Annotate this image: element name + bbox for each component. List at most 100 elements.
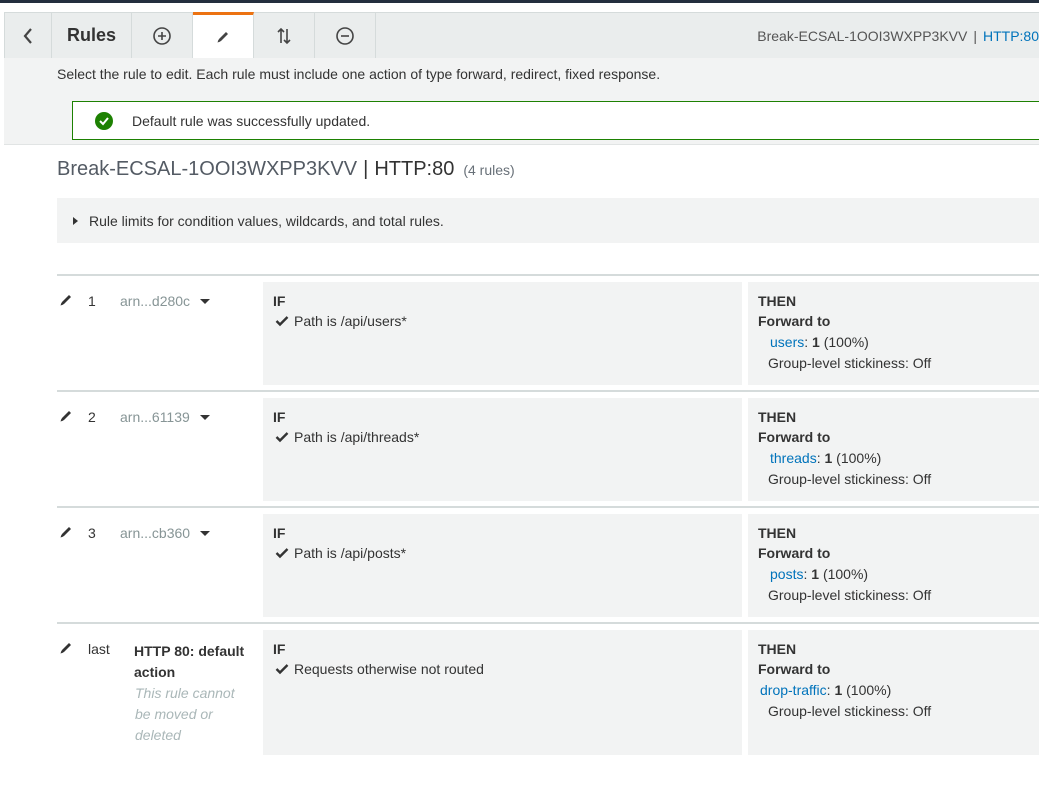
heading-lb-name: Break-ECSAL-1OOI3WXPP3KVV — [57, 158, 358, 180]
rule-arn-dropdown[interactable]: arn...d280c — [120, 293, 211, 309]
pencil-icon — [217, 31, 228, 42]
page-title: Rules — [52, 13, 132, 58]
condition-text: Path is /api/threads* — [294, 429, 420, 445]
alert-message: Default rule was successfully updated. — [132, 112, 371, 129]
remove-circle-icon — [336, 26, 354, 45]
then-actions-box: THEN Forward to posts: 1 (100%) Group-le… — [748, 514, 1039, 617]
forward-to-label: Forward to — [758, 429, 831, 445]
condition-text: Path is /api/posts* — [294, 545, 407, 561]
rule-number: 1 — [88, 293, 96, 309]
target-group-line: threads: 1 (100%) — [770, 450, 882, 466]
rule-number: last — [88, 641, 110, 657]
rule-number: 2 — [88, 409, 96, 425]
condition-item: Path is /api/users* — [275, 313, 407, 329]
if-label: IF — [273, 525, 286, 541]
pencil-icon[interactable] — [58, 292, 74, 308]
forward-to-label: Forward to — [758, 661, 831, 677]
if-conditions-box: IF Path is /api/users* — [263, 282, 742, 385]
target-group-link[interactable]: drop-traffic — [760, 682, 827, 698]
heading-listener: HTTP:80 — [374, 158, 455, 180]
condition-text: Requests otherwise not routed — [294, 661, 484, 677]
target-group-link[interactable]: users — [770, 334, 804, 350]
instructions-text: Select the rule to edit. Each rule must … — [57, 66, 661, 82]
then-actions-box: THEN Forward to drop-traffic: 1 (100%) G… — [748, 630, 1039, 755]
condition-item: Path is /api/posts* — [275, 545, 406, 561]
target-weight: 1 — [811, 566, 820, 582]
then-actions-box: THEN Forward to users: 1 (100%) Group-le… — [748, 282, 1039, 385]
if-label: IF — [273, 293, 286, 309]
rule-count: (4 rules) — [463, 162, 515, 178]
forward-to-label: Forward to — [758, 545, 831, 561]
forward-to-label: Forward to — [758, 313, 831, 329]
target-group-link[interactable]: threads — [770, 450, 817, 466]
stickiness-text: Group-level stickiness: Off — [768, 471, 932, 487]
if-conditions-box: IF Path is /api/posts* — [263, 514, 742, 617]
pencil-icon[interactable] — [58, 408, 74, 424]
then-label: THEN — [758, 525, 797, 541]
target-weight: 1 — [812, 334, 820, 350]
target-percent: (100%) — [846, 682, 892, 698]
target-percent: (100%) — [836, 450, 882, 466]
back-chevron-icon — [23, 27, 32, 44]
heading-separator: | — [363, 158, 369, 180]
success-alert: Default rule was successfully updated. — [72, 101, 1039, 140]
breadcrumb-lb-name: Break-ECSAL-1OOI3WXPP3KVV — [757, 27, 968, 44]
pencil-icon[interactable] — [58, 640, 74, 656]
then-label: THEN — [758, 641, 797, 657]
check-icon — [275, 548, 289, 559]
caret-down-icon — [199, 414, 210, 420]
if-conditions-box: IF Requests otherwise not routed — [263, 630, 742, 755]
stickiness-text: Group-level stickiness: Off — [768, 355, 932, 371]
add-circle-icon — [153, 26, 171, 45]
target-group-line: posts: 1 (100%) — [770, 566, 869, 582]
target-percent: (100%) — [823, 334, 869, 350]
breadcrumb-separator: | — [973, 27, 977, 44]
if-conditions-box: IF Path is /api/threads* — [263, 398, 742, 501]
rule-arn-dropdown[interactable]: arn...cb360 — [120, 525, 211, 541]
target-weight: 1 — [824, 450, 833, 466]
caret-right-icon — [73, 216, 78, 225]
target-group-link[interactable]: posts — [770, 566, 803, 582]
rule-arn-dropdown[interactable]: arn...61139 — [120, 409, 210, 425]
edit-rules-button[interactable] — [193, 12, 254, 58]
condition-text: Path is /api/users* — [294, 313, 407, 329]
rule-limits-text: Rule limits for condition values, wildca… — [89, 212, 444, 229]
info-band: Select the rule to edit. Each rule must … — [4, 58, 1039, 145]
default-action-title: HTTP 80: default action — [134, 643, 245, 680]
reorder-arrows-icon — [277, 27, 291, 44]
rule-limits-expander[interactable]: Rule limits for condition values, wildca… — [57, 198, 1039, 243]
if-label: IF — [273, 641, 286, 657]
stickiness-text: Group-level stickiness: Off — [768, 587, 932, 603]
reorder-rules-button[interactable] — [254, 13, 315, 58]
rule-arn: arn...cb360 — [120, 525, 191, 541]
rule-arn: arn...d280c — [120, 293, 191, 309]
then-label: THEN — [758, 293, 797, 309]
caret-down-icon — [200, 530, 211, 536]
listener-breadcrumb: Break-ECSAL-1OOI3WXPP3KVV | HTTP:80 — [757, 13, 1039, 58]
then-label: THEN — [758, 409, 797, 425]
target-percent: (100%) — [822, 566, 869, 582]
breadcrumb-listener-link[interactable]: HTTP:80 — [983, 28, 1039, 44]
target-group-line: drop-traffic: 1 (100%) — [760, 682, 892, 698]
rule-row: 3 arn...cb360 IF Path is /api/posts* THE… — [57, 506, 1039, 622]
rule-number: 3 — [88, 525, 96, 541]
condition-item: Path is /api/threads* — [275, 429, 419, 445]
rules-toolbar: Rules Break-ECSAL-1OOI3WXPP3KVV | HTTP:8… — [4, 12, 1039, 58]
target-group-line: users: 1 (100%) — [770, 334, 869, 350]
default-rule-row: last HTTP 80: default action This rule c… — [57, 622, 1039, 757]
rule-row: 2 arn...61139 IF Path is /api/threads* T… — [57, 390, 1039, 506]
back-button[interactable] — [5, 13, 52, 58]
pencil-icon[interactable] — [58, 524, 74, 540]
target-weight: 1 — [834, 682, 843, 698]
listener-heading: Break-ECSAL-1OOI3WXPP3KVV | HTTP:80 (4 r… — [57, 158, 515, 181]
check-icon — [275, 664, 289, 675]
stickiness-text: Group-level stickiness: Off — [768, 703, 932, 719]
then-actions-box: THEN Forward to threads: 1 (100%) Group-… — [748, 398, 1039, 501]
check-icon — [275, 432, 289, 443]
if-label: IF — [273, 409, 286, 425]
delete-rule-button[interactable] — [315, 13, 376, 58]
add-rule-button[interactable] — [132, 13, 193, 58]
console-top-bar — [0, 0, 1039, 3]
caret-down-icon — [200, 298, 211, 304]
condition-item: Requests otherwise not routed — [275, 661, 484, 677]
